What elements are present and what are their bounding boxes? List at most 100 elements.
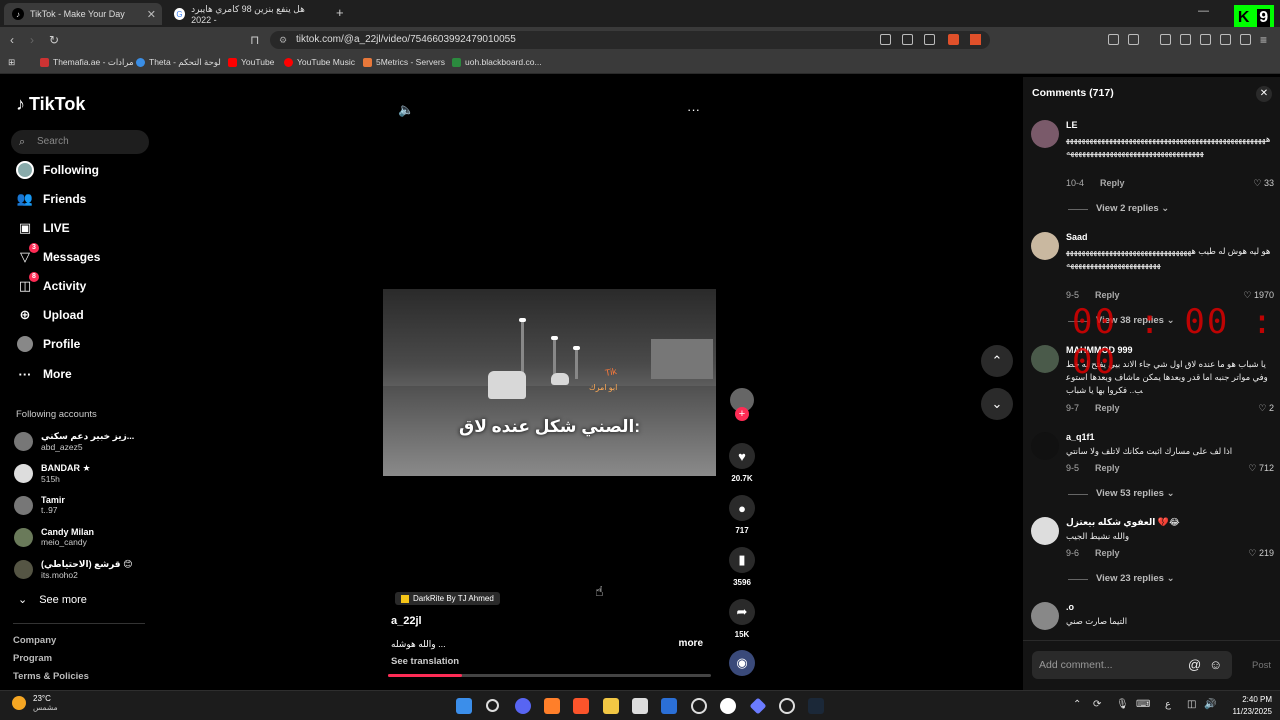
tab-tiktok[interactable]: ♪ TikTok - Make Your Day ✕ [4, 3, 162, 25]
comment-user[interactable]: العفوي شكله بيعتزل 💔😂 [1066, 517, 1180, 528]
more-button[interactable]: more [679, 638, 703, 649]
ai-icon[interactable] [1220, 34, 1231, 45]
nav-live[interactable]: ▣ LIVE [16, 219, 70, 237]
network-tray-icon[interactable]: ⟳ [1093, 699, 1101, 710]
close-tab-icon[interactable]: ✕ [147, 8, 156, 21]
heart-outline-icon[interactable]: ♡ [1258, 403, 1266, 413]
post-button[interactable]: Post [1252, 660, 1271, 671]
add-comment-input[interactable]: Add comment... @ ☺ [1032, 651, 1232, 679]
video-player[interactable]: Tik ابو امرك الصني شكل عنده لاق: [383, 289, 716, 476]
file-explorer-icon[interactable] [603, 698, 619, 714]
reply-button[interactable]: Reply [1095, 290, 1120, 300]
shield-icon[interactable] [1240, 34, 1251, 45]
heart-outline-icon[interactable]: ♡ [1243, 290, 1251, 300]
avatar[interactable] [1031, 232, 1059, 260]
site-info-icon[interactable]: ⚙ [279, 31, 287, 49]
following-account[interactable]: زيز خبير دعم سكني... abd_azez5 [14, 431, 134, 452]
bookmark-themafia[interactable]: Themafia.ae - مرادات [40, 57, 134, 68]
music-disc[interactable]: ◉ [727, 650, 757, 676]
heart-outline-icon[interactable]: ♡ [1248, 548, 1256, 558]
avatar[interactable] [1031, 345, 1059, 373]
app-icon[interactable] [544, 698, 560, 714]
avatar[interactable] [1031, 602, 1059, 630]
bookmark-youtube[interactable]: YouTube [228, 57, 274, 67]
windows-start-icon[interactable] [456, 698, 472, 714]
taskbar-search-icon[interactable] [486, 699, 499, 712]
sidebar-toggle-icon[interactable] [1180, 34, 1191, 45]
nav-following[interactable]: Following [16, 161, 99, 179]
mention-icon[interactable]: @ [1188, 651, 1201, 679]
chrome-icon[interactable] [720, 698, 736, 714]
minimize-icon[interactable]: — [1198, 5, 1209, 17]
close-comments-icon[interactable]: ✕ [1256, 86, 1272, 102]
see-translation-button[interactable]: See translation [391, 656, 459, 667]
reply-button[interactable]: Reply [1095, 403, 1120, 413]
settings-icon[interactable] [779, 698, 795, 714]
share-icon[interactable] [924, 34, 935, 45]
weather-widget[interactable]: 23°C مشمس [12, 694, 58, 712]
discord-icon[interactable] [515, 698, 531, 714]
comment-user[interactable]: .o [1066, 602, 1074, 612]
brave-browser-icon[interactable] [573, 698, 589, 714]
comment-user[interactable]: LE [1066, 120, 1078, 130]
like-button[interactable]: ♥ 20.7K [727, 443, 757, 483]
app-icon[interactable] [749, 697, 767, 715]
new-tab-button[interactable]: + [336, 5, 344, 20]
view-replies-button[interactable]: View 2 replies ⌄ [1067, 203, 1169, 214]
share-button[interactable]: ➦ 15K [727, 599, 757, 639]
nav-messages[interactable]: ▽ 3 Messages [16, 243, 100, 266]
save-button[interactable]: ▮ 3596 [727, 547, 757, 587]
bookmark-youtube-music[interactable]: YouTube Music [284, 57, 355, 67]
store-icon[interactable] [632, 698, 648, 714]
steam-icon[interactable] [808, 698, 824, 714]
keyboard-tray-icon[interactable]: ⌨ [1136, 699, 1150, 710]
brave-shield-icon[interactable] [948, 34, 959, 45]
avatar[interactable] [1031, 120, 1059, 148]
nav-friends[interactable]: 👥 Friends [16, 190, 86, 208]
nav-activity[interactable]: ◫ 8 Activity [16, 272, 86, 295]
footer-company-link[interactable]: Company [13, 635, 56, 646]
video-author[interactable]: a_22jl [391, 615, 422, 627]
tab-google-search[interactable]: G هل ينفع بنزين 98 كامري هايبرد 2022 - [166, 3, 330, 25]
extensions-icon[interactable] [1108, 34, 1119, 45]
volume-icon[interactable]: 🔈 [398, 102, 414, 118]
volume-tray-icon[interactable]: 🔊 [1204, 699, 1216, 710]
back-icon[interactable]: ‹ [10, 33, 14, 47]
comment-user[interactable]: Saad [1066, 232, 1088, 242]
forward-icon[interactable]: › [30, 33, 34, 47]
video-options-icon[interactable]: ··· [687, 102, 700, 117]
menu-icon[interactable]: ≡ [1260, 33, 1267, 47]
view-replies-button[interactable]: View 53 replies ⌄ [1068, 488, 1175, 499]
bookmark-blackboard[interactable]: uoh.blackboard.co... [452, 57, 542, 67]
reply-button[interactable]: Reply [1095, 548, 1120, 558]
footer-terms-link[interactable]: Terms & Policies [13, 671, 89, 682]
music-icon[interactable] [1160, 34, 1171, 45]
creator-avatar[interactable]: + [727, 388, 757, 421]
show-hidden-icons[interactable]: ⌃ [1073, 699, 1081, 710]
previous-video-button[interactable]: ⌃ [981, 345, 1013, 377]
comment-button[interactable]: ● 717 [727, 495, 757, 535]
screen-cast-icon[interactable] [902, 34, 913, 45]
reply-button[interactable]: Reply [1100, 178, 1125, 188]
heart-outline-icon[interactable]: ♡ [1253, 178, 1261, 188]
reload-icon[interactable]: ↻ [49, 33, 59, 47]
heart-outline-icon[interactable]: ♡ [1248, 463, 1256, 473]
app-icon[interactable] [661, 698, 677, 714]
brave-rewards-icon[interactable] [970, 34, 981, 45]
follow-plus-icon[interactable]: + [735, 407, 749, 421]
following-account[interactable]: BANDAR ★ 515h [14, 463, 91, 484]
wifi-tray-icon[interactable]: ◫ [1187, 699, 1196, 710]
nav-upload[interactable]: ⊕ Upload [16, 306, 84, 324]
following-account[interactable]: قرشع (الاحتياطي) 😊 its.moho2 [14, 559, 132, 580]
nav-profile[interactable]: Profile [16, 335, 80, 353]
tabs-icon[interactable] [1200, 34, 1211, 45]
chatgpt-icon[interactable] [691, 698, 707, 714]
language-indicator[interactable]: ع [1165, 699, 1171, 710]
avatar[interactable] [1031, 517, 1059, 545]
tiktok-logo[interactable]: ♪ TikTok [16, 94, 85, 115]
wallet-icon[interactable] [1128, 34, 1139, 45]
search-input[interactable]: ⌕ Search [11, 130, 149, 154]
mic-tray-icon[interactable]: 🎙 [1116, 699, 1129, 710]
system-clock[interactable]: 2:40 PM 11/23/2025 [1233, 694, 1272, 718]
avatar[interactable] [1031, 432, 1059, 460]
